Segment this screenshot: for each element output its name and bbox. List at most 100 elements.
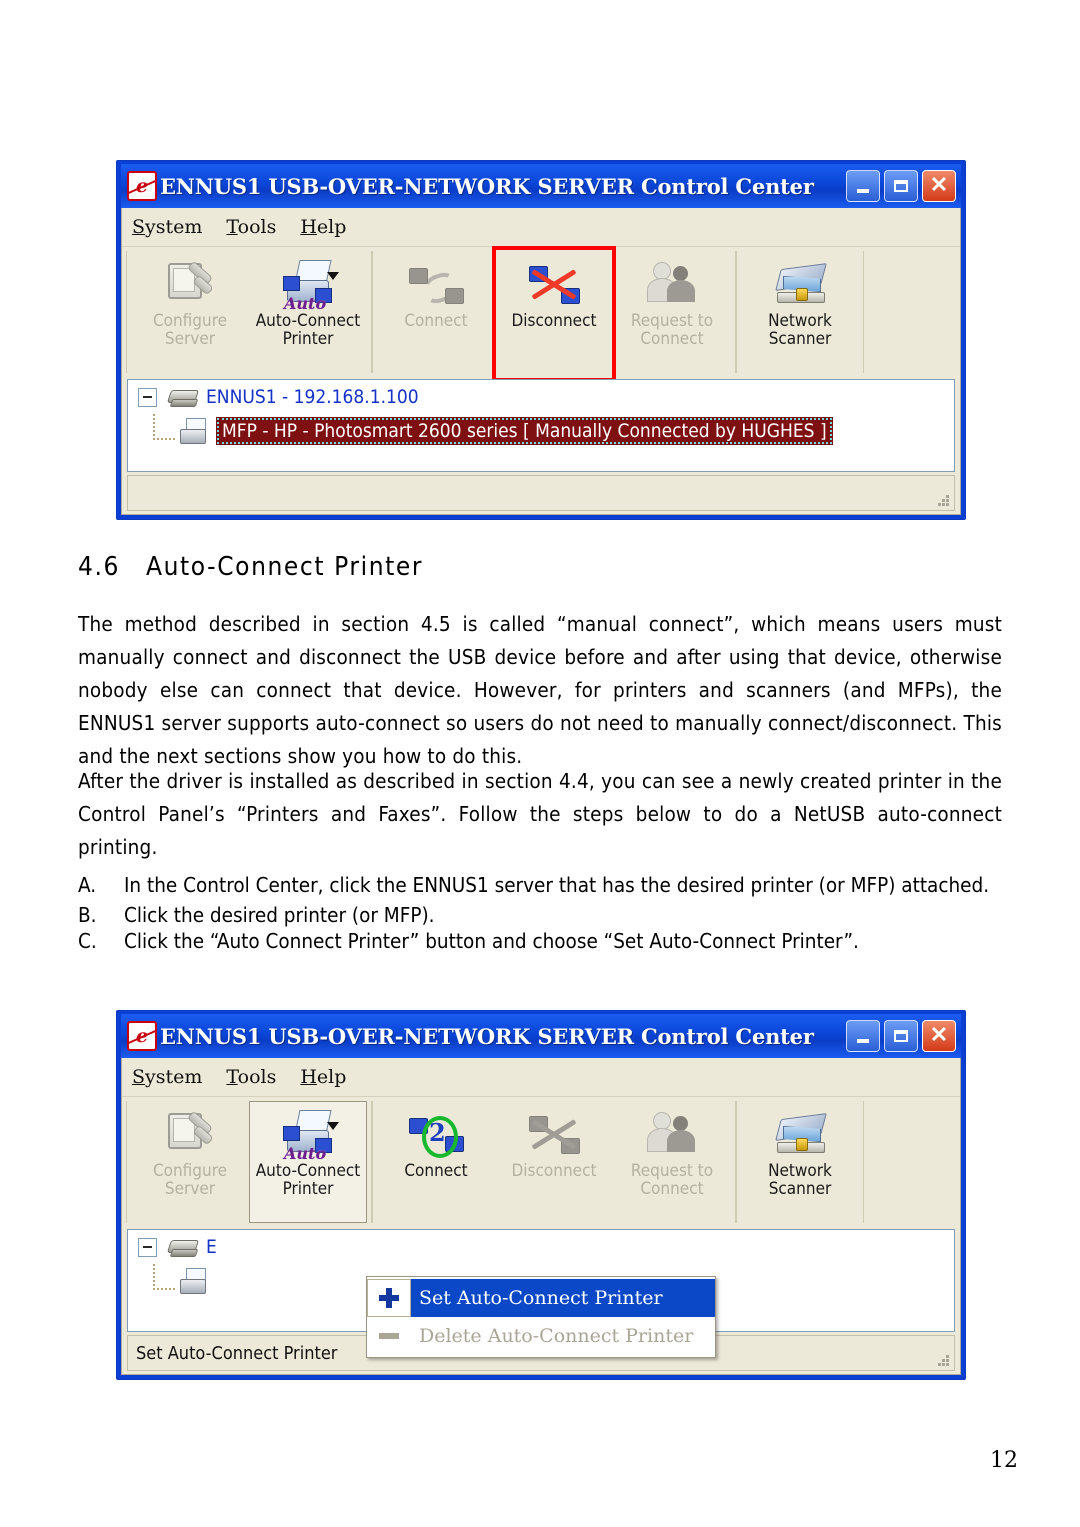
auto-connect-printer-icon: Auto	[281, 1108, 339, 1163]
toolbar-label-connect: Connect	[404, 311, 468, 331]
chevron-down-icon	[327, 272, 339, 280]
paragraph-1: The method described in section 4.5 is c…	[78, 612, 1002, 768]
statusbar-text-bottom: Set Auto-Connect Printer	[136, 1342, 338, 1364]
window-title: ENNUS1 USB-OVER-NETWORK SERVER Control C…	[160, 1023, 814, 1049]
menu-help[interactable]: Help	[300, 216, 346, 238]
tree-label-device: MFP - HP - Photosmart 2600 series [ Manu…	[216, 417, 833, 445]
toolbar-button-network-scanner[interactable]: Network Scanner	[741, 251, 859, 373]
toolbar-label-disconnect: Disconnect	[511, 1161, 597, 1181]
list-text: Click the “Auto Connect Printer” button …	[124, 929, 859, 953]
toolbar-group-server: Configure Server Auto Auto-Connect Print…	[126, 1101, 372, 1223]
menu-tools[interactable]: Tools	[226, 216, 276, 238]
tree-label-server: E	[206, 1236, 217, 1258]
configure-server-icon	[163, 1108, 217, 1160]
list-text: In the Control Center, click the ENNUS1 …	[124, 873, 990, 897]
configure-server-icon	[163, 258, 217, 310]
collapse-icon[interactable]	[138, 387, 157, 407]
tree-connector-horizontal	[153, 1288, 175, 1291]
steps-list: A. In the Control Center, click the ENNU…	[78, 872, 1018, 954]
close-icon[interactable]: ✕	[922, 170, 956, 202]
toolbar-button-connect[interactable]: 2 Connect	[377, 1101, 495, 1223]
menu-tools-label: ools	[237, 216, 277, 238]
toolbar-group-connection: 2 Connect Disconnect Request to Connect	[372, 1101, 736, 1223]
toolbar-label-configure-server: Configure Server	[152, 311, 228, 350]
resize-grip-icon[interactable]	[934, 491, 950, 507]
page-number: 12	[990, 1448, 1018, 1473]
tree-label-server: ENNUS1 - 192.168.1.100	[206, 386, 419, 408]
tree-connector	[153, 1264, 156, 1290]
toolbar-label-configure-server: Configure Server	[152, 1161, 228, 1200]
printer-icon	[178, 1268, 208, 1294]
toolbar-group-scanner: Network Scanner	[736, 251, 864, 373]
minus-icon	[367, 1317, 411, 1355]
control-center-window-bottom: e ENNUS1 USB-OVER-NETWORK SERVER Control…	[116, 1010, 966, 1380]
menu-item-set-auto-connect-printer[interactable]: Set Auto-Connect Printer	[367, 1279, 715, 1317]
resize-grip-icon[interactable]	[934, 1351, 950, 1367]
window-controls: ✕	[846, 170, 958, 202]
network-scanner-icon	[773, 1108, 827, 1160]
tree-row-device[interactable]: MFP - HP - Photosmart 2600 series [ Manu…	[128, 414, 954, 448]
menu-help[interactable]: Help	[300, 1066, 346, 1088]
list-marker: C.	[78, 929, 97, 953]
menu-tools[interactable]: Tools	[226, 1066, 276, 1088]
toolbar-label-auto-connect-printer: Auto-Connect Printer	[255, 1161, 361, 1200]
toolbar-label-connect: Connect	[404, 1161, 468, 1181]
section-heading: 4.6 Auto-Connect Printer	[78, 552, 423, 582]
toolbar: Configure Server Auto Auto-Connect Print…	[122, 246, 960, 382]
window-titlebar: e ENNUS1 USB-OVER-NETWORK SERVER Control…	[121, 1014, 961, 1058]
tree-row-server[interactable]: ENNUS1 - 192.168.1.100	[128, 380, 954, 414]
minimize-icon[interactable]	[846, 170, 880, 202]
statusbar-top	[127, 475, 955, 511]
server-icon	[167, 387, 197, 407]
maximize-icon[interactable]	[884, 170, 918, 202]
auto-connect-dropdown-menu[interactable]: Set Auto-Connect Printer Delete Auto-Con…	[366, 1276, 716, 1358]
connect-icon	[409, 258, 464, 310]
menu-system[interactable]: System	[132, 216, 202, 238]
toolbar-button-network-scanner[interactable]: Network Scanner	[741, 1101, 859, 1223]
toolbar-button-configure-server[interactable]: Configure Server	[131, 251, 249, 373]
list-item: A. In the Control Center, click the ENNU…	[78, 872, 1018, 898]
menu-item-delete-auto-connect-printer[interactable]: Delete Auto-Connect Printer	[367, 1317, 715, 1355]
tree-row-server[interactable]: E	[128, 1230, 954, 1264]
tree-connector	[153, 414, 156, 440]
disconnect-icon	[527, 1108, 581, 1160]
toolbar-button-request-to-connect[interactable]: Request to Connect	[613, 251, 731, 373]
list-text: Click the desired printer (or MFP).	[124, 903, 435, 927]
close-icon[interactable]: ✕	[922, 1020, 956, 1052]
menu-system-label: ystem	[145, 216, 203, 238]
toolbar-label-auto-connect-printer: Auto-Connect Printer	[255, 311, 361, 350]
toolbar-button-configure-server[interactable]: Configure Server	[131, 1101, 249, 1223]
printer-icon	[178, 418, 208, 444]
toolbar-button-connect[interactable]: Connect	[377, 251, 495, 373]
plus-icon	[367, 1279, 411, 1317]
collapse-icon[interactable]	[138, 1237, 157, 1257]
window-titlebar: e ENNUS1 USB-OVER-NETWORK SERVER Control…	[121, 164, 961, 208]
request-to-connect-icon	[645, 1108, 699, 1160]
list-item: C. Click the “Auto Connect Printer” butt…	[78, 928, 1018, 954]
chevron-down-icon	[327, 1122, 339, 1130]
toolbar-button-disconnect[interactable]: Disconnect	[492, 246, 616, 382]
maximize-icon[interactable]	[884, 1020, 918, 1052]
list-marker: A.	[78, 873, 97, 897]
toolbar: Configure Server Auto Auto-Connect Print…	[122, 1097, 960, 1227]
server-icon	[167, 1237, 197, 1257]
window-controls: ✕	[846, 1020, 958, 1052]
app-logo-icon: e	[127, 1021, 157, 1051]
request-to-connect-icon	[645, 258, 699, 310]
menubar: System Tools Help	[122, 208, 960, 247]
menu-item-delete-auto-connect-printer-label: Delete Auto-Connect Printer	[419, 1325, 694, 1347]
toolbar-button-auto-connect-printer[interactable]: Auto Auto-Connect Printer	[249, 251, 367, 373]
toolbar-button-disconnect[interactable]: Disconnect	[495, 1101, 613, 1223]
toolbar-label-request-to-connect: Request to Connect	[630, 1161, 714, 1200]
toolbar-button-auto-connect-printer[interactable]: Auto Auto-Connect Printer	[249, 1101, 367, 1223]
menu-system[interactable]: System	[132, 1066, 202, 1088]
toolbar-button-request-to-connect[interactable]: Request to Connect	[613, 1101, 731, 1223]
minimize-icon[interactable]	[846, 1020, 880, 1052]
window-client-area: System Tools Help Configure Server Auto …	[121, 208, 961, 515]
tree-connector-horizontal	[153, 438, 175, 441]
section-title: Auto-Connect Printer	[146, 552, 424, 582]
paragraph-2: After the driver is installed as describ…	[78, 769, 1002, 859]
toolbar-group-server: Configure Server Auto Auto-Connect Print…	[126, 251, 372, 373]
menubar: System Tools Help	[122, 1058, 960, 1097]
device-tree[interactable]: ENNUS1 - 192.168.1.100 MFP - HP - Photos…	[127, 379, 955, 472]
